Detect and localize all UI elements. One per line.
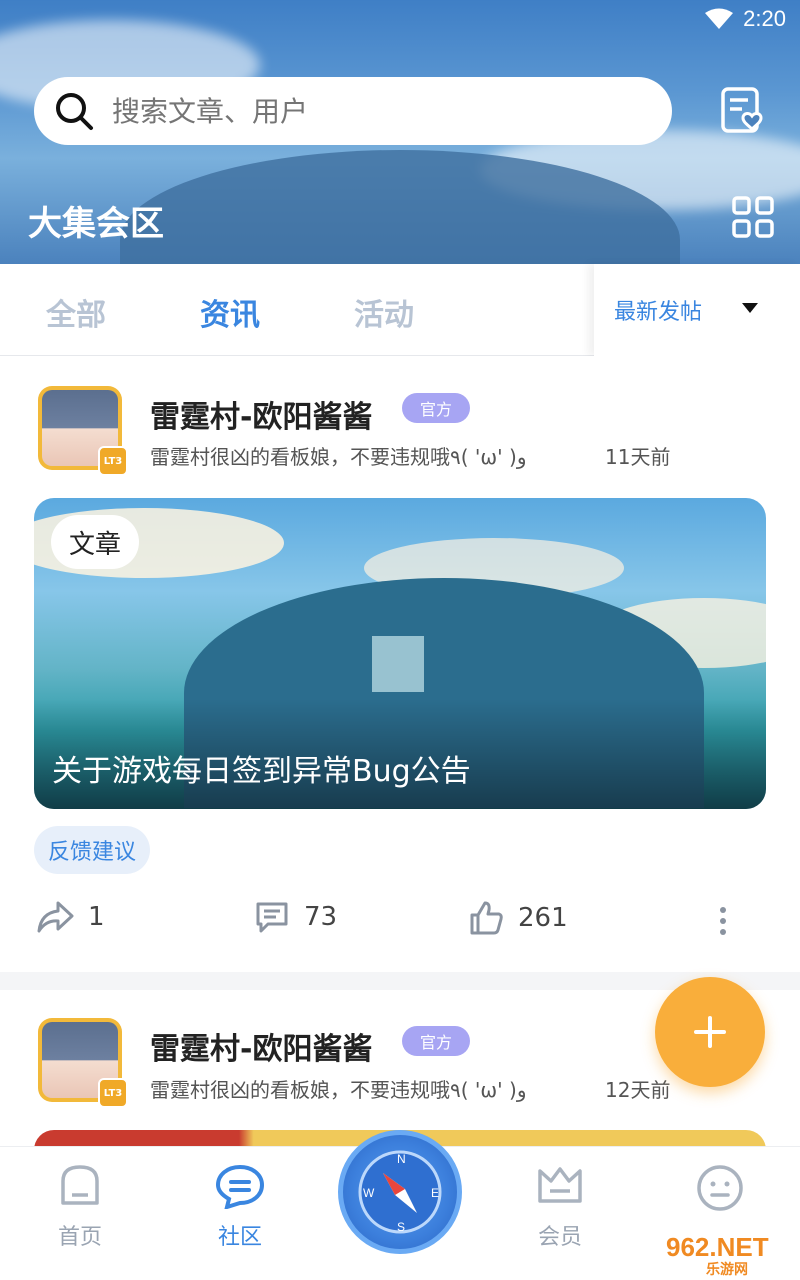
nav-home[interactable]: 首页 (30, 1163, 130, 1251)
nav-community-label: 社区 (217, 1225, 262, 1250)
post-time: 12天前 (605, 1078, 671, 1102)
post-time: 11天前 (605, 445, 671, 469)
create-post-button[interactable] (655, 977, 765, 1087)
svg-text:N: N (397, 1152, 406, 1166)
caret-down-icon (742, 303, 758, 313)
level-badge: LT3 (98, 1078, 128, 1108)
castle-decoration (372, 636, 424, 692)
favorites-icon[interactable] (718, 86, 766, 136)
nav-membership-label: 会员 (537, 1225, 582, 1250)
share-button[interactable]: 1 (36, 900, 105, 934)
tab-news[interactable]: 资讯 (200, 290, 260, 334)
plus-icon (694, 1016, 726, 1048)
discover-button[interactable]: N S W E (338, 1130, 462, 1254)
crown-icon (538, 1167, 582, 1203)
tab-events[interactable]: 活动 (354, 290, 414, 334)
home-icon (61, 1165, 99, 1205)
more-options-icon[interactable] (716, 906, 730, 936)
search-bar[interactable] (34, 77, 672, 145)
comment-icon (256, 902, 288, 933)
thumbs-up-icon (470, 901, 503, 935)
official-badge: 官方 (402, 393, 470, 423)
official-badge: 官方 (402, 1026, 470, 1056)
status-bar: 2:20 (705, 6, 786, 32)
chat-bubble-icon (215, 1164, 265, 1209)
like-button[interactable]: 261 (468, 900, 568, 936)
search-icon (56, 93, 93, 130)
watermark-logo: 962.NET 乐游网 (666, 1232, 769, 1279)
sort-label: 最新发帖 (614, 300, 703, 325)
avatar[interactable]: LT3 (38, 1018, 128, 1108)
post-cover-image[interactable]: 文章 关于游戏每日签到异常Bug公告 (34, 498, 766, 809)
category-tabs: 全部 资讯 活动 最新发帖 (0, 264, 800, 356)
smiley-icon (697, 1165, 743, 1211)
page-title: 大集会区 (28, 204, 164, 244)
level-badge: LT3 (98, 446, 128, 476)
status-time: 2:20 (743, 6, 786, 31)
author-name[interactable]: 雷霆村-欧阳酱酱 (150, 1024, 372, 1068)
share-icon (37, 901, 74, 933)
svg-text:E: E (431, 1186, 439, 1200)
svg-text:S: S (397, 1220, 405, 1234)
search-input[interactable] (112, 94, 592, 128)
nav-community[interactable]: 社区 (190, 1163, 290, 1251)
topic-tag[interactable]: 反馈建议 (34, 826, 151, 874)
author-signature: 雷霆村很凶的看板娘，不要违规哦٩( 'ω' )و (150, 1078, 527, 1102)
watermark-main: 962.NET (666, 1232, 769, 1262)
comment-count: 73 (304, 902, 338, 932)
tab-all[interactable]: 全部 (46, 290, 106, 334)
like-count: 261 (518, 903, 568, 933)
watermark-sub: 乐游网 (706, 1261, 748, 1277)
compass-icon: N S W E (358, 1150, 442, 1234)
grid-menu-icon[interactable] (732, 196, 774, 238)
nav-home-label: 首页 (57, 1225, 102, 1250)
post-title[interactable]: 关于游戏每日签到异常Bug公告 (52, 746, 471, 790)
author-name[interactable]: 雷霆村-欧阳酱酱 (150, 392, 372, 436)
sort-dropdown[interactable]: 最新发帖 (594, 264, 800, 356)
post-type-tag: 文章 (51, 515, 140, 569)
nav-profile[interactable] (670, 1163, 770, 1223)
community-header: 2:20 大集会区 (0, 0, 800, 264)
nav-membership[interactable]: 会员 (510, 1163, 610, 1251)
comment-button[interactable]: 73 (254, 900, 337, 934)
share-count: 1 (88, 902, 105, 932)
svg-text:W: W (363, 1186, 375, 1200)
author-signature: 雷霆村很凶的看板娘，不要违规哦٩( 'ω' )و (150, 445, 527, 469)
wifi-icon (705, 8, 734, 29)
avatar[interactable]: LT3 (38, 386, 128, 476)
